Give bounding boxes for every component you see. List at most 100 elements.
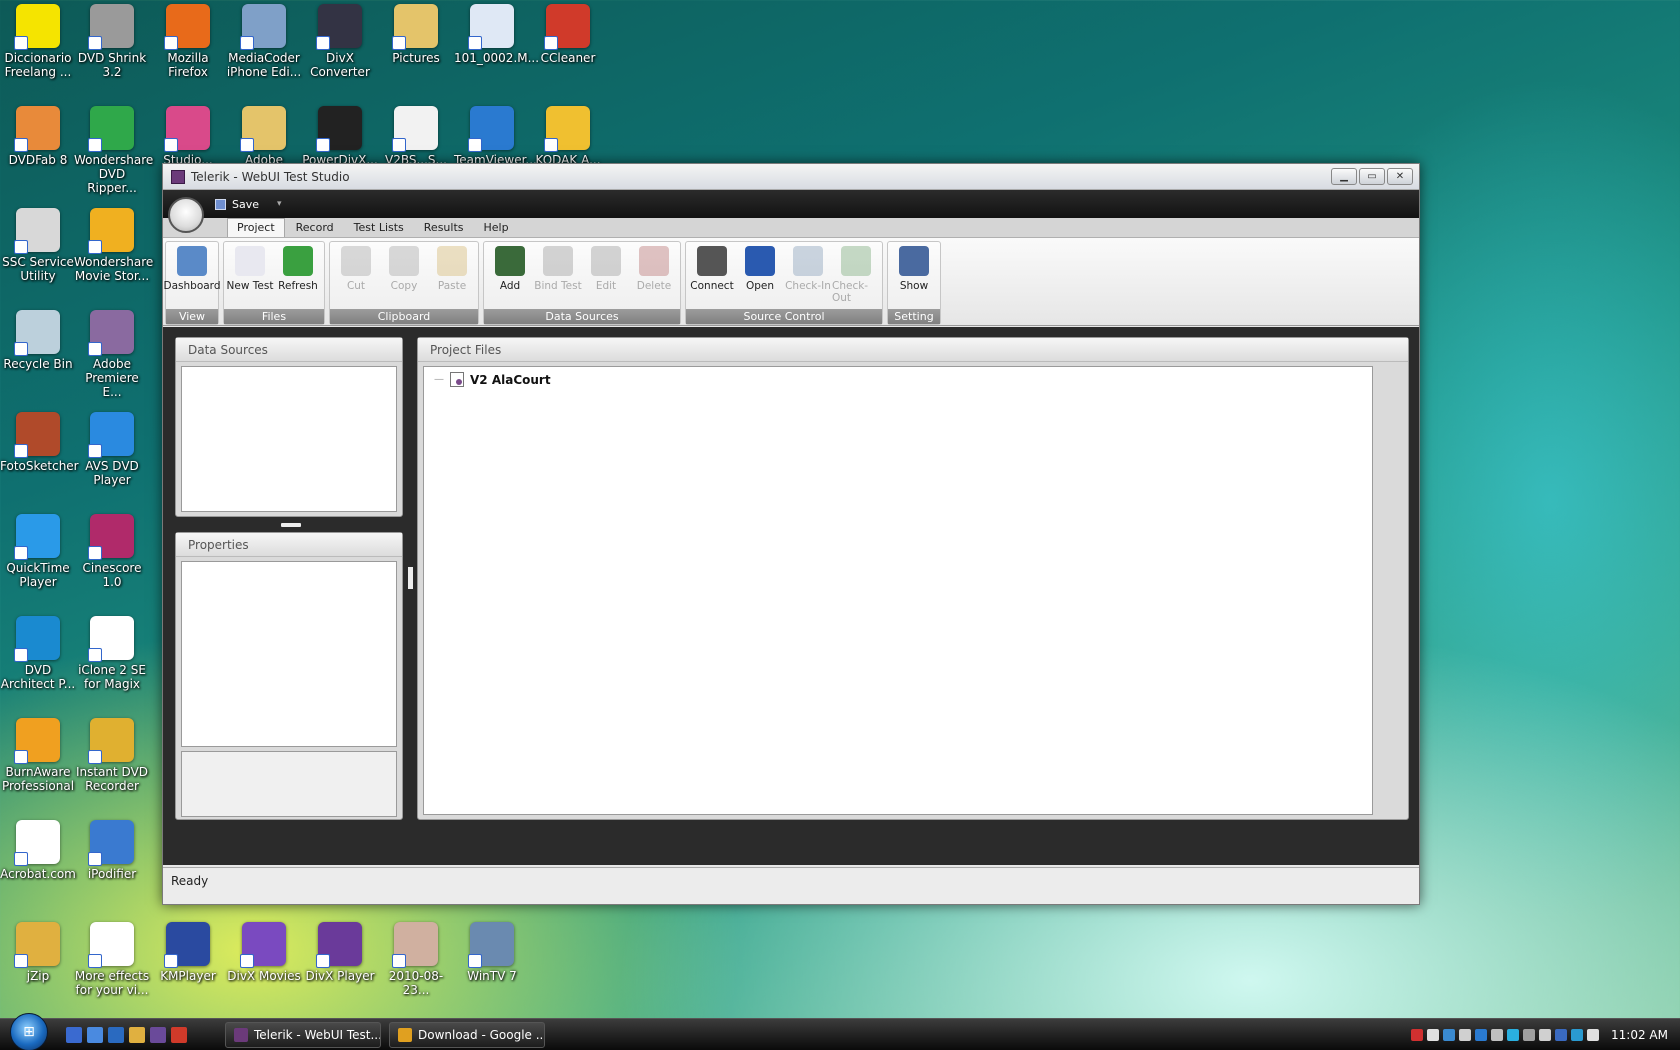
- delete-button[interactable]: Delete: [630, 246, 678, 309]
- panel-splitter-vertical[interactable]: [408, 567, 413, 589]
- desktop-icon[interactable]: DivX Movies: [226, 918, 302, 983]
- desktop-icon[interactable]: Diccionario Freelang ...: [0, 0, 76, 79]
- shortcut-icon: [468, 922, 514, 968]
- desktop-icon[interactable]: MediaCoder iPhone Edi...: [226, 0, 302, 79]
- tray-icon[interactable]: [1443, 1028, 1456, 1041]
- desktop-icon[interactable]: DVD Shrink 3.2: [74, 0, 150, 79]
- save-icon: [215, 198, 226, 210]
- tray-icon[interactable]: [1427, 1028, 1440, 1041]
- tab-record[interactable]: Record: [287, 219, 343, 237]
- desktop-icon[interactable]: DVD Architect P...: [0, 612, 76, 691]
- desktop-icon[interactable]: CCleaner: [530, 0, 606, 65]
- paste-button[interactable]: Paste: [428, 246, 476, 309]
- desktop-icon[interactable]: More effects for your vi...: [74, 918, 150, 997]
- tray-icon[interactable]: [1411, 1028, 1424, 1041]
- quick-launch-icon[interactable]: [108, 1026, 124, 1043]
- check-in-button[interactable]: Check-In: [784, 246, 832, 309]
- new-test-button[interactable]: New Test: [226, 246, 274, 309]
- desktop-icon[interactable]: Cinescore 1.0: [74, 510, 150, 589]
- tray-icon[interactable]: [1459, 1028, 1472, 1041]
- tab-results[interactable]: Results: [415, 219, 473, 237]
- desktop-icon[interactable]: Wondershare DVD Ripper...: [74, 102, 153, 195]
- cut-button[interactable]: Cut: [332, 246, 380, 309]
- cut-icon: [341, 246, 371, 276]
- check-out-button[interactable]: Check-Out: [832, 246, 880, 309]
- desktop-icon[interactable]: Studio...: [150, 102, 226, 167]
- tab-test-lists[interactable]: Test Lists: [345, 219, 413, 237]
- taskbar-button[interactable]: Telerik - WebUI Test...: [225, 1021, 381, 1048]
- window-titlebar[interactable]: Telerik - WebUI Test Studio ▁ ▭ ✕: [163, 164, 1419, 190]
- open-button[interactable]: Open: [736, 246, 784, 309]
- minimize-button[interactable]: ▁: [1331, 168, 1357, 185]
- desktop-icon[interactable]: iPodifier: [74, 816, 150, 881]
- shortcut-icon: [240, 4, 286, 50]
- quick-launch-icon[interactable]: [87, 1026, 103, 1043]
- quick-launch-icon[interactable]: [171, 1026, 187, 1043]
- refresh-button[interactable]: Refresh: [274, 246, 322, 309]
- bind-test-button[interactable]: Bind Test: [534, 246, 582, 309]
- tray-icon[interactable]: [1523, 1028, 1536, 1041]
- desktop-icon[interactable]: Adobe Premiere E...: [74, 306, 150, 399]
- quick-access-dropdown-icon[interactable]: ▾: [277, 199, 282, 209]
- taskbar-button[interactable]: Download - Google ...: [389, 1021, 545, 1048]
- desktop-icon[interactable]: PowerDivX...: [302, 102, 378, 167]
- desktop-icon[interactable]: Acrobat.com: [0, 816, 76, 881]
- desktop-icon[interactable]: Wondershare Movie Stor...: [74, 204, 153, 283]
- tray-icon[interactable]: [1555, 1028, 1568, 1041]
- tray-icon[interactable]: [1539, 1028, 1552, 1041]
- tab-help[interactable]: Help: [475, 219, 518, 237]
- desktop-icon[interactable]: AVS DVD Player: [74, 408, 150, 487]
- desktop-icon[interactable]: 101_0002.M...: [454, 0, 539, 65]
- desktop-icon[interactable]: DVDFab 8: [0, 102, 76, 167]
- shortcut-icon: [88, 412, 134, 458]
- desktop-icon[interactable]: TeamViewer...: [454, 102, 537, 167]
- panel-splitter-horizontal[interactable]: [281, 523, 301, 527]
- clock[interactable]: 11:02 AM: [1611, 1028, 1668, 1042]
- data-sources-list[interactable]: [181, 366, 397, 512]
- project-files-tree[interactable]: — V2 AlaCourt: [423, 366, 1373, 815]
- tray-icon[interactable]: [1491, 1028, 1504, 1041]
- add-button[interactable]: Add: [486, 246, 534, 309]
- start-button[interactable]: ⊞: [10, 1012, 48, 1050]
- desktop-icon[interactable]: 2010-08-23...: [378, 918, 454, 997]
- ribbon-tabs: Project Record Test Lists Results Help: [163, 218, 1419, 238]
- quick-launch-icon[interactable]: [66, 1026, 82, 1043]
- desktop-icon[interactable]: iClone 2 SE for Magix: [74, 612, 150, 691]
- maximize-button[interactable]: ▭: [1359, 168, 1385, 185]
- desktop-icon[interactable]: DivX Player: [302, 918, 378, 983]
- show-button[interactable]: Show: [890, 246, 938, 309]
- quick-launch-icon[interactable]: [150, 1026, 166, 1043]
- copy-button[interactable]: Copy: [380, 246, 428, 309]
- tray-icon[interactable]: [1475, 1028, 1488, 1041]
- quick-launch-icon[interactable]: [129, 1026, 145, 1043]
- desktop-icon[interactable]: KMPlayer: [150, 918, 226, 983]
- tab-project[interactable]: Project: [227, 218, 285, 237]
- tray-icon[interactable]: [1507, 1028, 1520, 1041]
- edit-button[interactable]: Edit: [582, 246, 630, 309]
- shortcut-icon: [88, 106, 134, 152]
- desktop-icon[interactable]: QuickTime Player: [0, 510, 76, 589]
- desktop-icon[interactable]: SSC Service Utility: [0, 204, 76, 283]
- desktop-icon[interactable]: Instant DVD Recorder: [74, 714, 150, 793]
- desktop-icon[interactable]: V2BS...S...: [378, 102, 454, 167]
- properties-grid[interactable]: [181, 561, 397, 747]
- desktop-icon[interactable]: Recycle Bin: [0, 306, 76, 371]
- tray-icon[interactable]: [1571, 1028, 1584, 1041]
- connect-button[interactable]: Connect: [688, 246, 736, 309]
- application-orb-button[interactable]: [168, 197, 204, 233]
- save-button[interactable]: Save: [215, 198, 259, 211]
- desktop-icon[interactable]: jZip: [0, 918, 76, 983]
- desktop-icon[interactable]: KODAK A...: [530, 102, 606, 167]
- shortcut-icon: [14, 310, 60, 356]
- desktop-icon[interactable]: DivX Converter: [302, 0, 378, 79]
- desktop-icon[interactable]: Mozilla Firefox: [150, 0, 226, 79]
- desktop-icon[interactable]: Pictures: [378, 0, 454, 65]
- tray-icon[interactable]: [1587, 1028, 1600, 1041]
- desktop-icon[interactable]: FotoSketcher: [0, 408, 79, 473]
- tree-expander-icon[interactable]: —: [434, 374, 444, 385]
- tree-item-project[interactable]: — V2 AlaCourt: [424, 367, 1372, 392]
- desktop-icon[interactable]: WinTV 7: [454, 918, 530, 983]
- dashboard-button[interactable]: Dashboard: [164, 246, 220, 309]
- close-button[interactable]: ✕: [1387, 168, 1413, 185]
- desktop-icon[interactable]: BurnAware Professional: [0, 714, 76, 793]
